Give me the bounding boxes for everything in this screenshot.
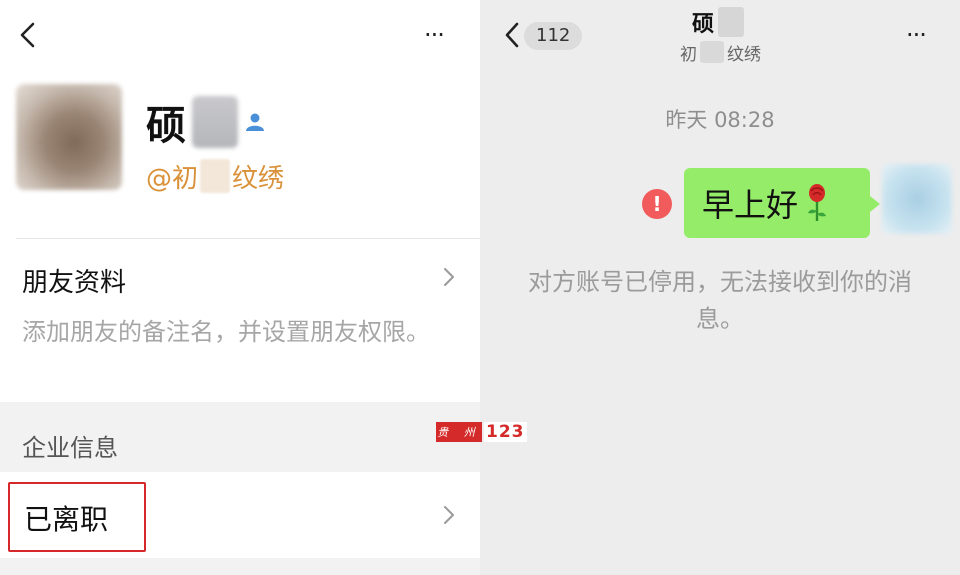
more-options-button[interactable]: ··· [424, 23, 458, 47]
corp-name: @初 纹绣 [146, 156, 284, 196]
redacted-corp-blur [700, 41, 724, 63]
watermark: 贵 州 123 [436, 421, 527, 443]
chat-panel: 112 硕 初 纹绣 ··· 昨天 08:28 ! 早上好 对方账号已停用，无法… [480, 0, 960, 575]
chat-subtitle-prefix: 初 [680, 44, 697, 65]
my-avatar[interactable] [882, 164, 952, 234]
profile-name-text: 硕 [146, 103, 186, 149]
friend-info-desc: 添加朋友的备注名，并设置朋友权限。 [22, 318, 430, 346]
corp-info-section-label: 企业信息 [22, 434, 118, 462]
section-gap [0, 558, 480, 575]
avatar[interactable] [16, 84, 122, 190]
watermark-number: 123 [484, 422, 527, 442]
watermark-stamp: 贵 州 [436, 422, 482, 442]
chat-subtitle: 初 纹绣 [680, 40, 761, 65]
redacted-name-blur [718, 7, 745, 37]
back-chevron-icon[interactable] [502, 20, 522, 50]
bubble-tail [870, 196, 880, 212]
chevron-right-icon [444, 268, 454, 286]
corp-suffix: 纹绣 [232, 163, 285, 194]
rose-emoji-icon [808, 184, 827, 221]
message-bubble[interactable]: 早上好 [684, 168, 870, 238]
profile-name: 硕 [146, 92, 266, 152]
message-timestamp: 昨天 08:28 [665, 108, 775, 132]
back-chevron-icon[interactable] [14, 20, 42, 50]
error-icon[interactable]: ! [642, 189, 672, 219]
person-badge-icon [246, 113, 264, 131]
unread-count-badge[interactable]: 112 [524, 22, 583, 50]
resigned-label: 已离职 [24, 503, 109, 536]
more-options-button[interactable]: ··· [906, 23, 940, 47]
chevron-right-icon [444, 506, 454, 524]
chat-subtitle-suffix: 纹绣 [727, 44, 761, 65]
redacted-corp-blur [200, 159, 231, 193]
message-text: 早上好 [702, 186, 799, 224]
chat-title-text: 硕 [692, 12, 715, 37]
friend-profile-panel: ··· 硕 @初 纹绣 朋友资料 添加朋友的备注名，并设置朋友权限。 企业信息 … [0, 0, 480, 575]
divider [16, 238, 480, 239]
corp-prefix: @初 [146, 163, 199, 194]
redacted-name-blur [192, 96, 238, 148]
chat-title: 硕 [692, 4, 745, 40]
friend-info-title: 朋友资料 [22, 268, 127, 298]
account-disabled-notice: 对方账号已停用，无法接收到你的消息。 [528, 268, 912, 333]
